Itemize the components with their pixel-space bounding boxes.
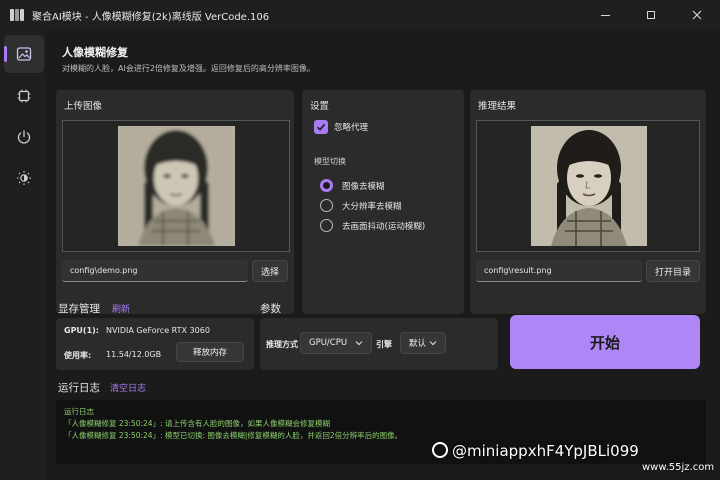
theme-brightness-icon (17, 171, 31, 185)
close-button[interactable] (674, 0, 720, 30)
clear-log-link[interactable]: 清空日志 (110, 381, 146, 394)
engine-value: 默认 (409, 339, 427, 349)
result-photo (531, 126, 647, 246)
engine-select[interactable]: 默认 (400, 332, 446, 354)
result-panel-title: 推理结果 (478, 101, 517, 112)
page-description: 对模糊的人脸，AI会进行2倍修复及增强。返回修复后的高分辨率图像。 (62, 64, 315, 73)
params-panel: 推理方式 GPU/CPU 引擎 默认 (260, 318, 498, 370)
log-line: 「人像模糊修复 23:50:24」: 模型已切换: 图像去模糊|修复模糊的人脸，… (64, 431, 403, 440)
image-restore-icon (16, 47, 32, 61)
nav-item-theme[interactable] (4, 159, 44, 197)
inference-mode-value: GPU/CPU (309, 338, 348, 348)
upload-path-field[interactable]: config\demo.png (62, 260, 248, 282)
engine-label: 引擎 (376, 340, 392, 349)
start-button[interactable]: 开始 (510, 315, 700, 369)
app-logo-icon (10, 8, 24, 22)
result-image-frame (476, 120, 700, 252)
ignore-proxy-label: 忽略代理 (334, 123, 369, 133)
side-navigation (0, 30, 46, 480)
gpu-label: GPU(1): (64, 326, 100, 335)
result-path-field[interactable]: config\result.png (476, 260, 642, 282)
maximize-button[interactable] (628, 0, 674, 30)
gpu-value: NVIDIA GeForce RTX 3060 (106, 326, 210, 335)
ignore-proxy-checkbox[interactable] (314, 120, 328, 134)
settings-panel-title: 设置 (310, 101, 330, 112)
model-switch-label: 模型切换 (314, 157, 346, 166)
upload-panel: 上传图像 config\demo.png 选择 (56, 90, 294, 314)
vram-panel: GPU(1): NVIDIA GeForce RTX 3060 使用率: 11.… (56, 318, 254, 370)
nav-item-chip[interactable] (4, 77, 44, 115)
minimize-button[interactable] (582, 0, 628, 30)
watermark-logo-icon (432, 442, 448, 458)
checkmark-icon (316, 123, 326, 131)
usage-label: 使用率: (64, 351, 92, 360)
upload-image-frame[interactable] (62, 120, 290, 252)
select-file-button[interactable]: 选择 (252, 260, 288, 282)
watermark-site: www.55jz.com (642, 462, 715, 473)
page-title: 人像模糊修复 (62, 46, 128, 59)
upload-panel-title: 上传图像 (64, 101, 103, 112)
settings-panel: 设置 忽略代理 模型切换 图像去模糊 大分辨率去模糊 去画面抖动(运动模糊) (302, 90, 464, 314)
nav-item-image-restore[interactable] (4, 35, 44, 73)
vram-section-title: 显存管理 (58, 303, 100, 315)
inference-mode-label: 推理方式 (266, 340, 298, 349)
chevron-down-icon (355, 341, 363, 346)
close-icon (692, 10, 702, 20)
watermark-main: @miniappxhF4YpJBLi099 (452, 442, 639, 460)
chevron-down-icon (429, 341, 437, 346)
chip-icon (17, 89, 31, 103)
model-label-0: 图像去模糊 (342, 182, 385, 192)
result-panel: 推理结果 config\result.png 打开目录 (470, 90, 706, 314)
model-radio-2[interactable] (320, 219, 333, 232)
params-section-title: 参数 (260, 303, 281, 315)
minimize-icon (600, 14, 610, 16)
power-icon (17, 130, 31, 144)
refresh-link[interactable]: 刷新 (112, 302, 130, 315)
inference-mode-select[interactable]: GPU/CPU (300, 332, 372, 354)
window-controls (582, 0, 720, 30)
model-label-1: 大分辨率去模糊 (342, 202, 402, 212)
model-radio-1[interactable] (320, 199, 333, 212)
maximize-icon (647, 11, 655, 19)
usage-value: 11.54/12.0GB (106, 350, 162, 359)
title-bar: 聚合AI模块 - 人像模糊修复(2k)离线版 VerCode.106 (0, 0, 720, 30)
release-memory-button[interactable]: 释放内存 (176, 342, 244, 362)
watermark-text: @miniappxhF4YpJBLi099 (432, 442, 639, 460)
uploaded-photo (118, 126, 235, 246)
log-section-title: 运行日志 (58, 382, 100, 394)
main-content: 人像模糊修复 对模糊的人脸，AI会进行2倍修复及增强。返回修复后的高分辨率图像。… (46, 30, 720, 480)
model-radio-0[interactable] (320, 179, 333, 192)
model-label-2: 去画面抖动(运动模糊) (342, 222, 426, 232)
log-line: 运行日志 (64, 407, 94, 416)
nav-item-power[interactable] (4, 118, 44, 156)
open-directory-button[interactable]: 打开目录 (646, 260, 700, 282)
log-line: 「人像模糊修复 23:50:24」: 请上传含有人脸的图像，如果人像模糊会修复模… (64, 419, 330, 428)
window-title: 聚合AI模块 - 人像模糊修复(2k)离线版 VerCode.106 (32, 11, 270, 23)
